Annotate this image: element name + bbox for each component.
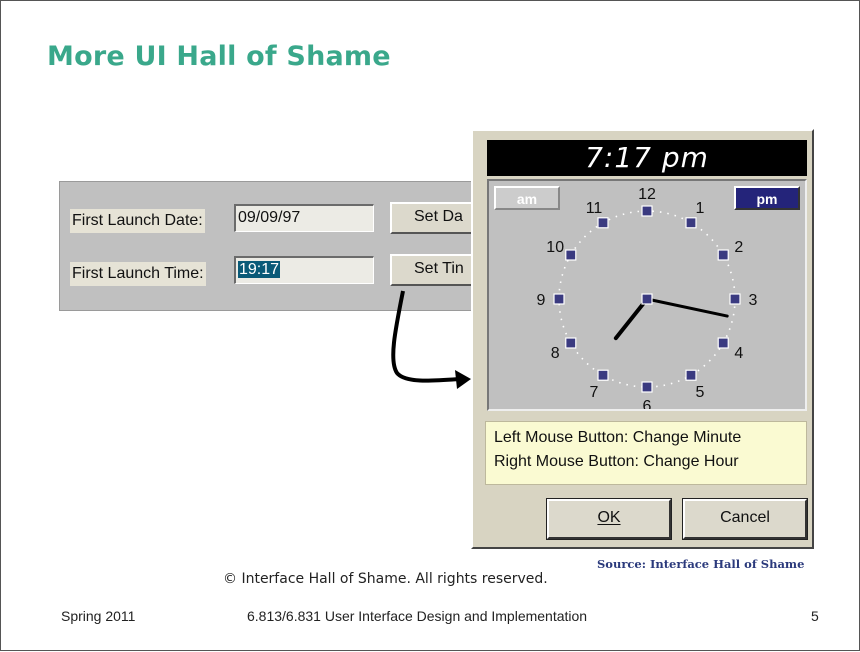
first-launch-date-label: First Launch Date: (70, 209, 205, 233)
time-selection-text: 19:17 (238, 261, 281, 278)
hour-marker-4-icon[interactable] (717, 337, 729, 349)
cancel-button-label: Cancel (720, 509, 770, 526)
hour-marker-2-icon[interactable] (717, 249, 729, 261)
mouse-hint-box: Left Mouse Button: Change Minute Right M… (485, 421, 807, 485)
first-launch-time-label: First Launch Time: (70, 262, 206, 286)
hour-label-1: 1 (696, 200, 705, 217)
analog-clock[interactable]: am pm 12 1 2 3 4 5 6 7 8 9 10 11 (487, 179, 807, 411)
hour-label-5: 5 (696, 384, 705, 401)
hour-marker-5-icon[interactable] (685, 369, 697, 381)
clock-center-icon (641, 293, 653, 305)
hour-label-9: 9 (537, 292, 546, 309)
hour-marker-7-icon[interactable] (597, 369, 609, 381)
clock-dialog: 7:17 pm am pm 12 1 2 3 4 5 6 7 8 9 10 11 Left Mouse… (471, 129, 814, 549)
ok-button[interactable]: OK (546, 498, 672, 540)
set-date-button-label: Set Da (414, 208, 463, 225)
clock-face-drawing: 121234567891011 (537, 186, 758, 409)
hour-label-12: 12 (638, 186, 656, 203)
hour-label-10: 10 (546, 239, 564, 256)
source-credit: Source: Interface Hall of Shame (597, 557, 805, 571)
hint-right-mouse: Right Mouse Button: Change Hour (494, 453, 739, 470)
first-launch-date-field[interactable]: 09/09/97 (234, 204, 374, 232)
hour-label-2: 2 (734, 239, 743, 256)
hour-label-11: 11 (586, 200, 603, 217)
hour-marker-9-icon[interactable] (553, 293, 565, 305)
digital-time-display: 7:17 pm (487, 140, 807, 176)
copyright-notice: © Interface Hall of Shame. All rights re… (223, 571, 548, 587)
hour-marker-11-icon[interactable] (597, 217, 609, 229)
first-launch-time-field[interactable]: 19:17 (234, 256, 374, 284)
launch-form-panel: First Launch Date: 09/09/97 Set Da First… (59, 181, 486, 311)
hour-marker-6-icon[interactable] (641, 381, 653, 393)
hour-label-8: 8 (551, 345, 560, 362)
footer-term: Spring 2011 (61, 608, 136, 624)
hour-marker-1-icon[interactable] (685, 217, 697, 229)
hour-marker-8-icon[interactable] (565, 337, 577, 349)
cancel-button[interactable]: Cancel (682, 498, 808, 540)
ok-button-label: OK (597, 509, 621, 526)
hour-marker-10-icon[interactable] (565, 249, 577, 261)
hour-marker-12-icon[interactable] (641, 205, 653, 217)
hour-hand (613, 297, 649, 341)
hint-left-mouse: Left Mouse Button: Change Minute (494, 429, 742, 446)
minute-hand (645, 297, 729, 318)
footer-page-number: 5 (811, 608, 819, 624)
slide-title: More UI Hall of Shame (47, 41, 391, 72)
set-time-button-label: Set Tin (414, 260, 464, 277)
hour-label-7: 7 (590, 384, 599, 401)
slide: More UI Hall of Shame First Launch Date:… (0, 0, 860, 651)
hour-label-6: 6 (643, 398, 652, 409)
hour-label-4: 4 (734, 345, 743, 362)
footer-course: 6.813/6.831 User Interface Design and Im… (247, 608, 588, 624)
callout-arrow-head-icon (455, 370, 471, 389)
hour-label-3: 3 (749, 292, 758, 309)
hour-marker-3-icon[interactable] (729, 293, 741, 305)
